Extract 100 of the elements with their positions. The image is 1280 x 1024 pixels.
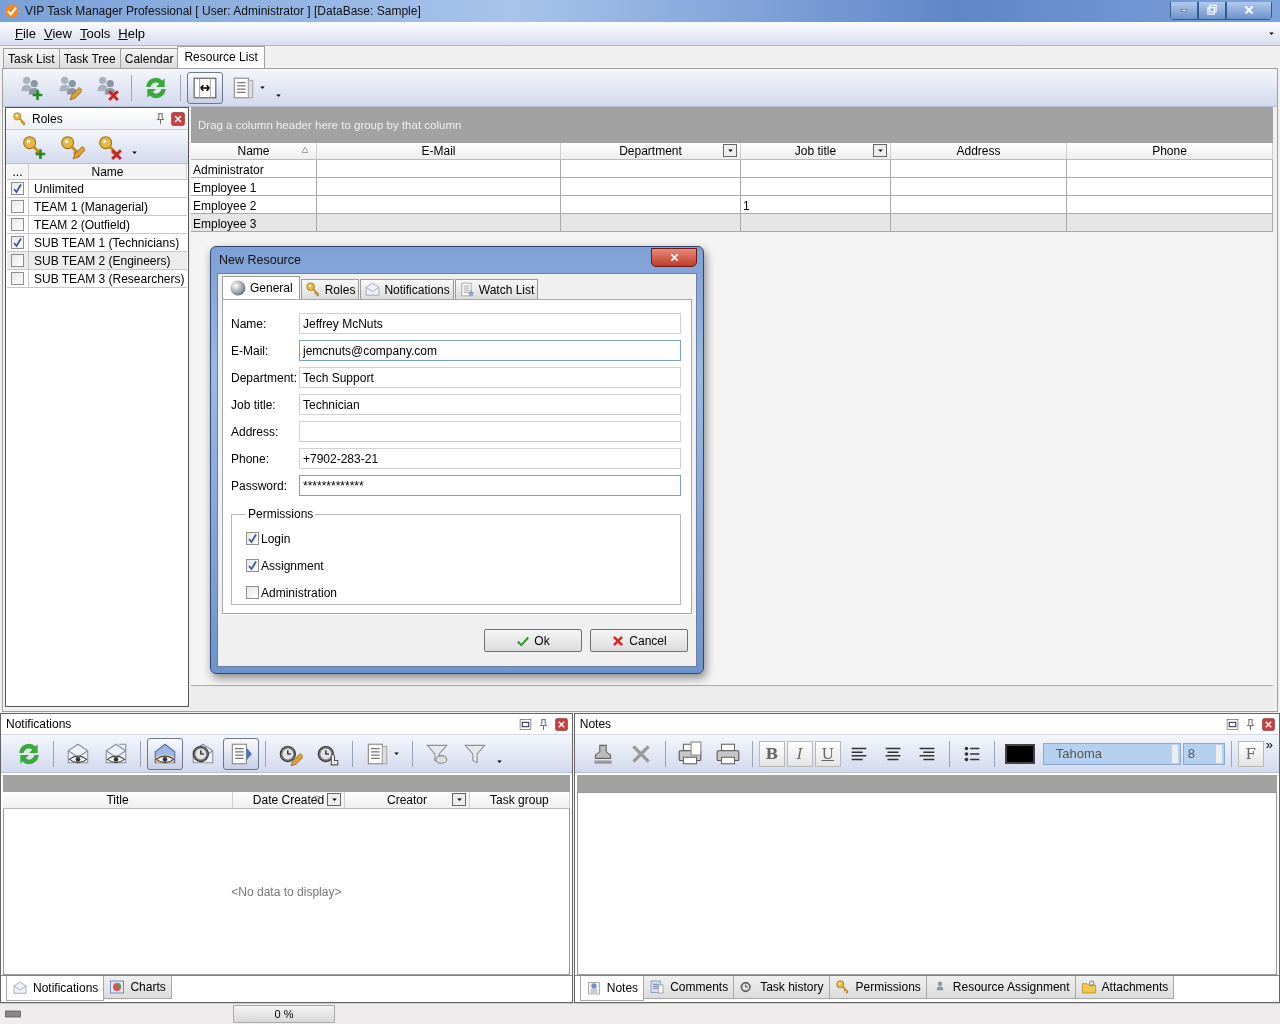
close-button[interactable] [651, 247, 697, 267]
column-header[interactable]: E-Mail [317, 143, 561, 159]
ok-button[interactable]: Ok [484, 629, 582, 652]
tab[interactable]: Task Tree [58, 48, 121, 68]
caret-icon[interactable] [130, 148, 139, 157]
maximize-icon[interactable] [518, 717, 532, 731]
table-cell-text: SUB TEAM 2 (Engineers) [33, 253, 171, 268]
minimize-button[interactable] [1170, 2, 1198, 20]
tab[interactable]: Permissions [828, 976, 927, 999]
caret-icon [725, 146, 735, 155]
toolbar-button[interactable] [187, 71, 223, 104]
column-header[interactable]: Name [191, 143, 317, 159]
tab[interactable]: Watch List [454, 279, 539, 299]
table-row[interactable]: SUB TEAM 3 (Researchers) [7, 270, 187, 288]
color-swatch[interactable] [1004, 743, 1035, 764]
filter-dropdown-button[interactable] [873, 144, 887, 157]
table-row[interactable]: Unlimited [7, 180, 187, 198]
minimize-icon [1178, 7, 1190, 13]
text-field[interactable]: jemcnuts@company.com [299, 340, 681, 361]
tab[interactable]: Task List [3, 48, 60, 68]
text-field[interactable]: Tech Support [299, 367, 681, 388]
table-row[interactable]: TEAM 2 (Outfield) [7, 216, 187, 234]
table-row[interactable]: Employee 2 1 [191, 196, 1273, 214]
table-cell-text: TEAM 1 (Managerial) [33, 199, 149, 214]
tab[interactable]: Attachments [1074, 976, 1175, 999]
close-icon[interactable] [554, 717, 568, 731]
checkbox[interactable] [11, 254, 24, 267]
caret-icon[interactable] [1267, 29, 1276, 38]
text-field[interactable]: Technician [299, 394, 681, 415]
caret-icon[interactable] [495, 757, 504, 766]
empty-message: <No data to display> [231, 884, 342, 899]
tab[interactable]: Comments [643, 976, 735, 999]
tab[interactable]: Notifications [6, 976, 105, 1001]
table-row[interactable]: Employee 3 [191, 214, 1273, 232]
pin-icon[interactable] [536, 717, 550, 731]
field-label: Phone: [231, 451, 271, 466]
text-field[interactable] [299, 421, 681, 442]
close-icon[interactable] [1262, 717, 1275, 731]
pin-icon[interactable] [154, 112, 167, 125]
sphere-icon [229, 279, 247, 297]
font-size-combo[interactable]: 8 [1182, 742, 1225, 765]
checkbox[interactable] [246, 532, 259, 545]
column-header[interactable]: Task group [470, 792, 570, 808]
table-row[interactable]: TEAM 1 (Managerial) [7, 198, 187, 216]
close-button[interactable] [1226, 2, 1272, 20]
restore-button[interactable] [1198, 2, 1226, 20]
pin-icon[interactable] [1244, 717, 1257, 731]
column-header[interactable]: Job title [741, 143, 891, 159]
menu-item[interactable]: Tools [76, 24, 114, 43]
menu-item[interactable]: File [12, 24, 39, 43]
column-header[interactable]: Name [29, 164, 187, 179]
cancel-button[interactable]: Cancel [590, 629, 688, 652]
tab[interactable]: Task history [733, 976, 830, 999]
column-header[interactable]: Creator [345, 792, 470, 808]
tab[interactable]: Roles [300, 279, 360, 299]
filter-dropdown-button[interactable] [452, 793, 466, 806]
table-cell: 1 [741, 196, 891, 213]
column-header[interactable]: Title [3, 792, 233, 808]
menu-item[interactable]: View [40, 24, 75, 43]
table-row[interactable]: Employee 1 [191, 178, 1273, 196]
tab[interactable]: Calendar [119, 48, 179, 68]
tab[interactable]: Resource Assignment [925, 976, 1076, 999]
tab[interactable]: Notifications [360, 279, 454, 299]
column-header[interactable]: Department [561, 143, 741, 159]
field-label: Job title: [231, 397, 277, 412]
overflow-button[interactable]: » [1265, 737, 1273, 752]
checkbox[interactable] [11, 182, 24, 195]
table-row[interactable]: SUB TEAM 2 (Engineers) [7, 252, 187, 270]
filter-dropdown-button[interactable] [723, 144, 737, 157]
restore-icon [1205, 3, 1219, 17]
format-button[interactable]: U [814, 740, 841, 767]
checkbox[interactable] [246, 586, 259, 599]
font-button[interactable]: F [1237, 740, 1264, 767]
close-icon[interactable] [171, 111, 185, 126]
tab[interactable]: Charts [103, 976, 172, 999]
column-header[interactable]: Address [891, 143, 1067, 159]
tab[interactable]: General [222, 276, 300, 299]
format-button[interactable]: I [786, 740, 813, 767]
checkbox[interactable] [246, 559, 259, 572]
checkbox[interactable] [11, 218, 24, 231]
maximize-icon[interactable] [1226, 717, 1239, 731]
tab[interactable]: Resource List [177, 46, 265, 68]
toolbar-button[interactable] [147, 737, 183, 770]
table-row[interactable]: Administrator [191, 160, 1273, 178]
format-button[interactable]: B [758, 740, 785, 767]
checkbox[interactable] [11, 236, 24, 249]
checkbox[interactable] [11, 272, 24, 285]
text-field[interactable]: Jeffrey McNuts [299, 313, 681, 334]
chart-icon [109, 979, 126, 995]
column-header[interactable]: Date Created [233, 792, 345, 808]
group-by-hint: Drag a column header here to group by that column [198, 119, 462, 131]
menu-item[interactable]: Help [115, 24, 149, 43]
column-header[interactable]: ... [7, 164, 29, 179]
column-header[interactable]: Phone [1067, 143, 1273, 159]
text-field[interactable]: +7902-283-21 [299, 448, 681, 469]
checkbox[interactable] [11, 200, 24, 213]
filter-dropdown-button[interactable] [327, 793, 341, 806]
tab[interactable]: Notes [579, 976, 645, 1001]
text-field[interactable]: ************* [299, 475, 681, 496]
font-combo[interactable]: Tahoma [1042, 742, 1181, 765]
